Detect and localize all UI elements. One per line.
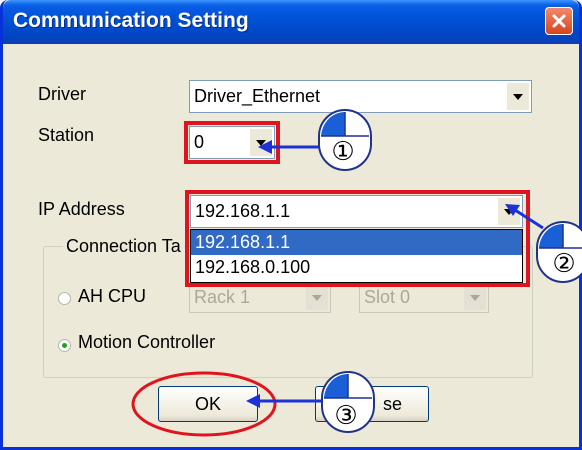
tutorial-overlay: ① ② ③ (131, 109, 582, 437)
arrow-step1-icon (258, 140, 319, 154)
arrow-step3-icon (246, 394, 322, 408)
arrow-step2-icon (505, 204, 544, 230)
step2-number: ② (552, 249, 575, 279)
step3-number: ③ (334, 401, 357, 431)
step1-number: ① (331, 137, 354, 167)
